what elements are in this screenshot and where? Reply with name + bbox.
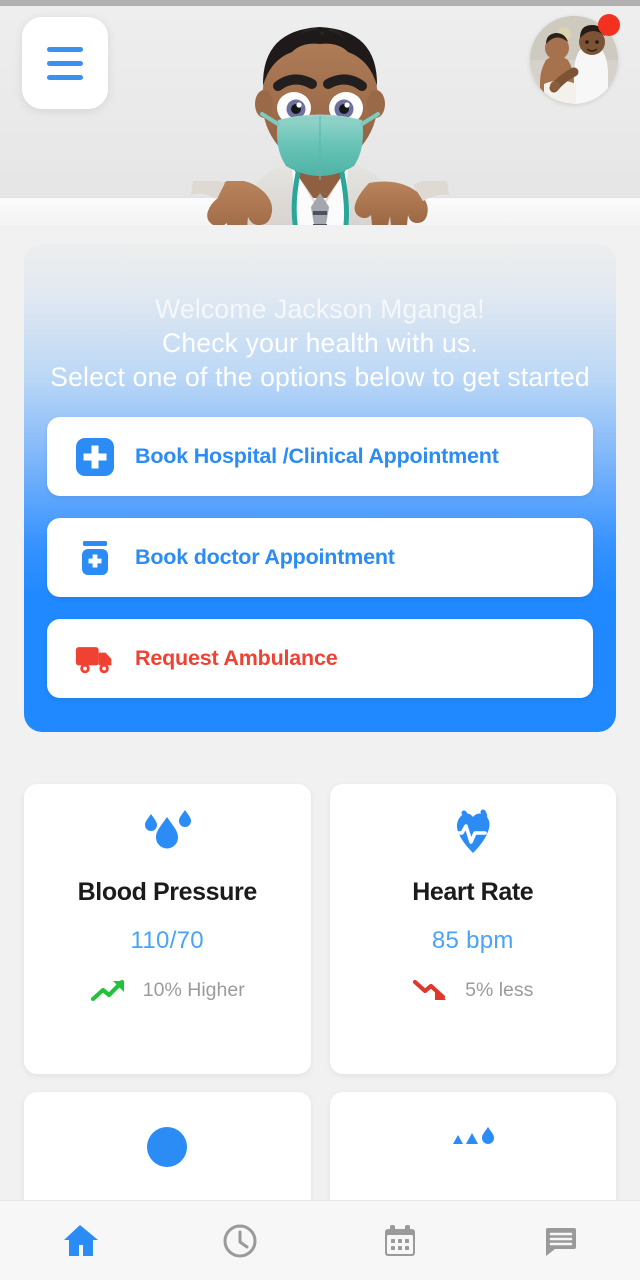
counter-ledge [0, 197, 640, 225]
heart-rate-value: 85 bpm [431, 927, 514, 954]
bottom-navigation [0, 1200, 640, 1280]
anatomical-heart-icon [447, 806, 499, 864]
profile-avatar-wrap[interactable] [530, 14, 620, 104]
book-hospital-appointment-button[interactable]: Book Hospital /Clinical Appointment [47, 417, 593, 496]
health-metrics-grid: Blood Pressure 110/70 10% Higher Heart R… [24, 784, 616, 1200]
blood-pressure-title: Blood Pressure [77, 878, 258, 906]
doctor-character-illustration [170, 8, 470, 225]
action-list: Book Hospital /Clinical Appointment Book… [24, 417, 616, 698]
welcome-subtitle: Check your health with us. [162, 328, 478, 358]
hamburger-menu-button[interactable] [22, 17, 108, 109]
book-hospital-appointment-label: Book Hospital /Clinical Appointment [135, 444, 499, 468]
hamburger-menu-icon [47, 60, 83, 66]
nav-item-history[interactable] [160, 1201, 320, 1280]
nav-item-calendar[interactable] [320, 1201, 480, 1280]
blood-pressure-card[interactable]: Blood Pressure 110/70 10% Higher [24, 784, 311, 1074]
welcome-greeting: Welcome Jackson Mganga! [155, 294, 485, 324]
nav-item-messages[interactable] [480, 1201, 640, 1280]
clock-history-icon [222, 1223, 258, 1259]
hospital-cross-icon [75, 437, 115, 477]
welcome-instruction: Select one of the options below to get s… [50, 362, 590, 392]
home-icon [61, 1223, 99, 1259]
welcome-message: Welcome Jackson Mganga! Check your healt… [24, 292, 616, 394]
metric-card-partial[interactable] [329, 1092, 616, 1200]
partial-metric-icon [138, 1114, 196, 1172]
blood-pressure-trend: 10% Higher [90, 977, 245, 1003]
partial-metric-icon [444, 1114, 502, 1172]
book-doctor-appointment-label: Book doctor Appointment [135, 545, 395, 569]
blood-drops-icon [138, 806, 196, 864]
ambulance-truck-icon [75, 639, 115, 679]
book-doctor-appointment-button[interactable]: Book doctor Appointment [47, 518, 593, 597]
trend-down-icon [412, 977, 452, 1003]
heart-rate-trend: 5% less [412, 977, 533, 1003]
heart-rate-title: Heart Rate [412, 878, 534, 906]
heart-rate-card[interactable]: Heart Rate 85 bpm 5% less [329, 784, 616, 1074]
blood-pressure-trend-text: 10% Higher [142, 978, 245, 1001]
heart-rate-trend-text: 5% less [465, 978, 534, 1001]
blood-pressure-value: 110/70 [130, 927, 204, 954]
app-root: Welcome Jackson Mganga! Check your healt… [0, 0, 640, 1280]
request-ambulance-label: Request Ambulance [135, 646, 338, 670]
calendar-icon [382, 1223, 418, 1259]
trend-up-icon [90, 977, 130, 1003]
header-hero [0, 6, 640, 225]
nav-item-home[interactable] [0, 1201, 160, 1280]
hamburger-menu-icon [47, 46, 83, 52]
main-content: Welcome Jackson Mganga! Check your healt… [0, 225, 640, 1200]
medicine-jar-icon [75, 538, 115, 578]
hamburger-menu-icon [47, 74, 83, 80]
request-ambulance-button[interactable]: Request Ambulance [47, 619, 593, 698]
metric-card-partial[interactable] [24, 1092, 311, 1200]
chat-message-icon [542, 1223, 578, 1259]
welcome-card: Welcome Jackson Mganga! Check your healt… [24, 244, 616, 732]
notification-dot [598, 14, 620, 36]
